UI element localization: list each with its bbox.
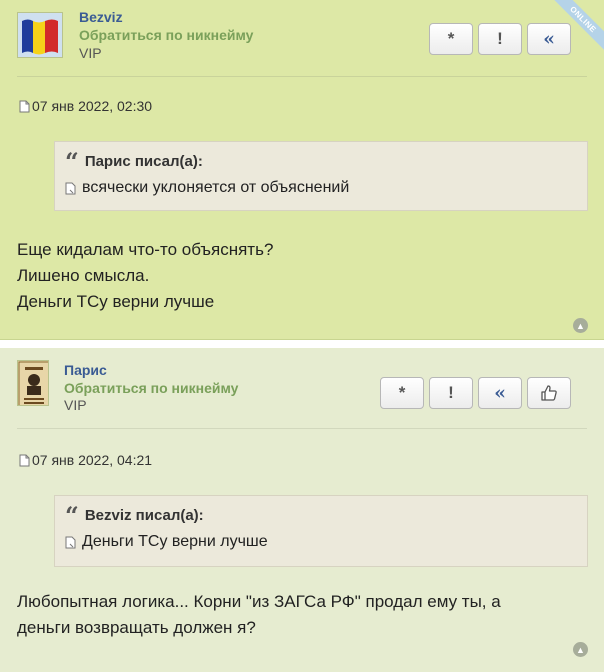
quote-author: Парис писал(а): (84, 153, 203, 170)
report-button[interactable]: * (380, 377, 424, 409)
post-icon[interactable] (19, 100, 30, 113)
post-message: Еще кидалам что-то объяснять? Лишено смы… (17, 237, 273, 315)
message-line: Лишено смысла. (17, 266, 150, 285)
quote-doc-icon[interactable] (65, 182, 76, 195)
divider (17, 428, 587, 429)
post-message: Любопытная логика... Корни "из ЗАГСа РФ"… (17, 589, 501, 641)
quote-doc-icon[interactable] (65, 536, 76, 549)
quote-text: всячески уклоняется от объяснений (65, 179, 349, 197)
quote-header: “ Парис писал(а): (65, 146, 203, 176)
author-name[interactable]: Bezviz (79, 9, 123, 25)
like-button[interactable] (527, 377, 571, 409)
quote-block: “ Парис писал(а): всячески уклоняется от… (54, 141, 588, 211)
post-date: 07 янв 2022, 04:21 (19, 452, 152, 468)
author-name[interactable]: Парис (64, 362, 107, 378)
user-rank: VIP (64, 397, 87, 413)
online-badge: ONLINE (554, 0, 604, 50)
quote-button[interactable]: « (478, 377, 522, 409)
message-line: деньги возвращать должен я? (17, 618, 256, 637)
user-rank: VIP (79, 45, 102, 61)
pm-link[interactable]: Обратиться по никнейму (79, 27, 253, 43)
message-line: Еще кидалам что-то объяснять? (17, 240, 274, 259)
quote-mark-icon: “ (65, 146, 79, 176)
back-to-top-icon[interactable]: ▲ (573, 642, 588, 657)
flag-avatar[interactable] (17, 12, 63, 58)
online-badge-label: ONLINE (554, 0, 604, 50)
quote-header: “ Bezviz писал(а): (65, 500, 204, 530)
warn-button[interactable]: ! (429, 377, 473, 409)
pm-link[interactable]: Обратиться по никнейму (64, 380, 238, 396)
divider (17, 76, 587, 77)
warn-button[interactable]: ! (478, 23, 522, 55)
quote-body: Деньги ТСу верни лучше (82, 533, 268, 550)
quote-author: Bezviz писал(а): (84, 507, 204, 524)
quote-text: Деньги ТСу верни лучше (65, 533, 268, 551)
quote-block: “ Bezviz писал(а): Деньги ТСу верни лучш… (54, 495, 588, 567)
post-date: 07 янв 2022, 02:30 (19, 98, 152, 114)
wanted-poster-avatar[interactable] (17, 360, 49, 406)
message-line: Любопытная логика... Корни "из ЗАГСа РФ"… (17, 592, 501, 611)
report-button[interactable]: * (429, 23, 473, 55)
quote-mark-icon: “ (65, 500, 79, 530)
post-2: Парис Обратиться по никнейму VIP * ! « 0… (0, 348, 604, 672)
post-actions: * ! « (429, 23, 571, 55)
post-date-text: 07 янв 2022, 04:21 (32, 452, 153, 468)
post-1: Bezviz Обратиться по никнейму VIP * ! « … (0, 0, 604, 340)
post-date-text: 07 янв 2022, 02:30 (32, 98, 153, 114)
message-line: Деньги ТСу верни лучше (17, 292, 215, 311)
post-actions: * ! « (380, 377, 571, 409)
post-icon[interactable] (19, 454, 30, 467)
quote-body: всячески уклоняется от объяснений (82, 179, 350, 196)
back-to-top-icon[interactable]: ▲ (573, 318, 588, 333)
thumbs-up-icon (541, 385, 557, 401)
